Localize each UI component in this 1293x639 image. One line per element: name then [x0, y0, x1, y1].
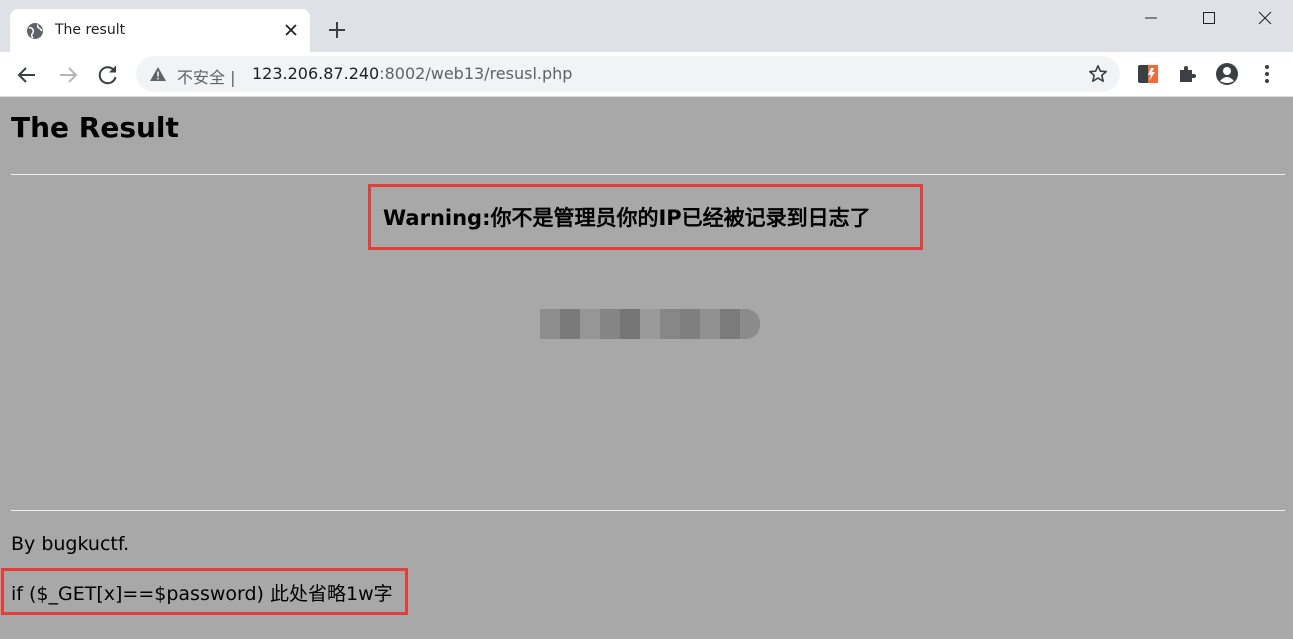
minimize-icon [1145, 17, 1157, 19]
tab-title: The result [55, 22, 126, 38]
page-content: The Result Warning:你不是管理员你的IP已经被记录到日志了 B… [0, 98, 1293, 639]
close-window-button[interactable] [1236, 0, 1293, 36]
redacted-content [540, 309, 760, 339]
reload-icon[interactable] [96, 63, 120, 87]
byline: By bugkuctf. [11, 533, 130, 555]
maximize-button[interactable] [1180, 0, 1238, 36]
profile-icon[interactable] [1215, 62, 1239, 86]
maximize-icon [1203, 12, 1215, 24]
close-tab-icon[interactable] [282, 21, 300, 39]
back-arrow-icon[interactable] [15, 63, 39, 87]
top-divider [11, 174, 1285, 175]
star-icon[interactable] [1088, 64, 1108, 84]
tab-strip: The result [0, 0, 1293, 52]
new-tab-icon[interactable] [326, 19, 348, 41]
page-title: The Result [11, 111, 179, 144]
warning-triangle-icon [150, 67, 166, 81]
minimize-button[interactable] [1122, 0, 1180, 36]
bottom-divider [11, 510, 1285, 511]
kebab-menu-icon[interactable] [1255, 62, 1279, 86]
browser-toolbar: 不安全 | 123.206.87.240:8002/web13/resusl.p… [0, 52, 1293, 97]
address-bar[interactable]: 不安全 | 123.206.87.240:8002/web13/resusl.p… [136, 56, 1120, 92]
url-text[interactable]: 123.206.87.240:8002/web13/resusl.php [252, 64, 572, 83]
globe-icon [27, 23, 43, 39]
puzzle-icon[interactable] [1176, 62, 1200, 86]
security-label[interactable]: 不安全 | [177, 64, 236, 88]
code-hint: if ($_GET[x]==$password) 此处省略1w字 [11, 583, 393, 605]
close-window-icon [1258, 11, 1272, 25]
forward-arrow-icon[interactable] [56, 63, 80, 87]
warning-message: Warning:你不是管理员你的IP已经被记录到日志了 [383, 206, 871, 230]
browser-tab[interactable]: The result [10, 9, 310, 52]
extension-app-icon[interactable] [1136, 62, 1160, 86]
